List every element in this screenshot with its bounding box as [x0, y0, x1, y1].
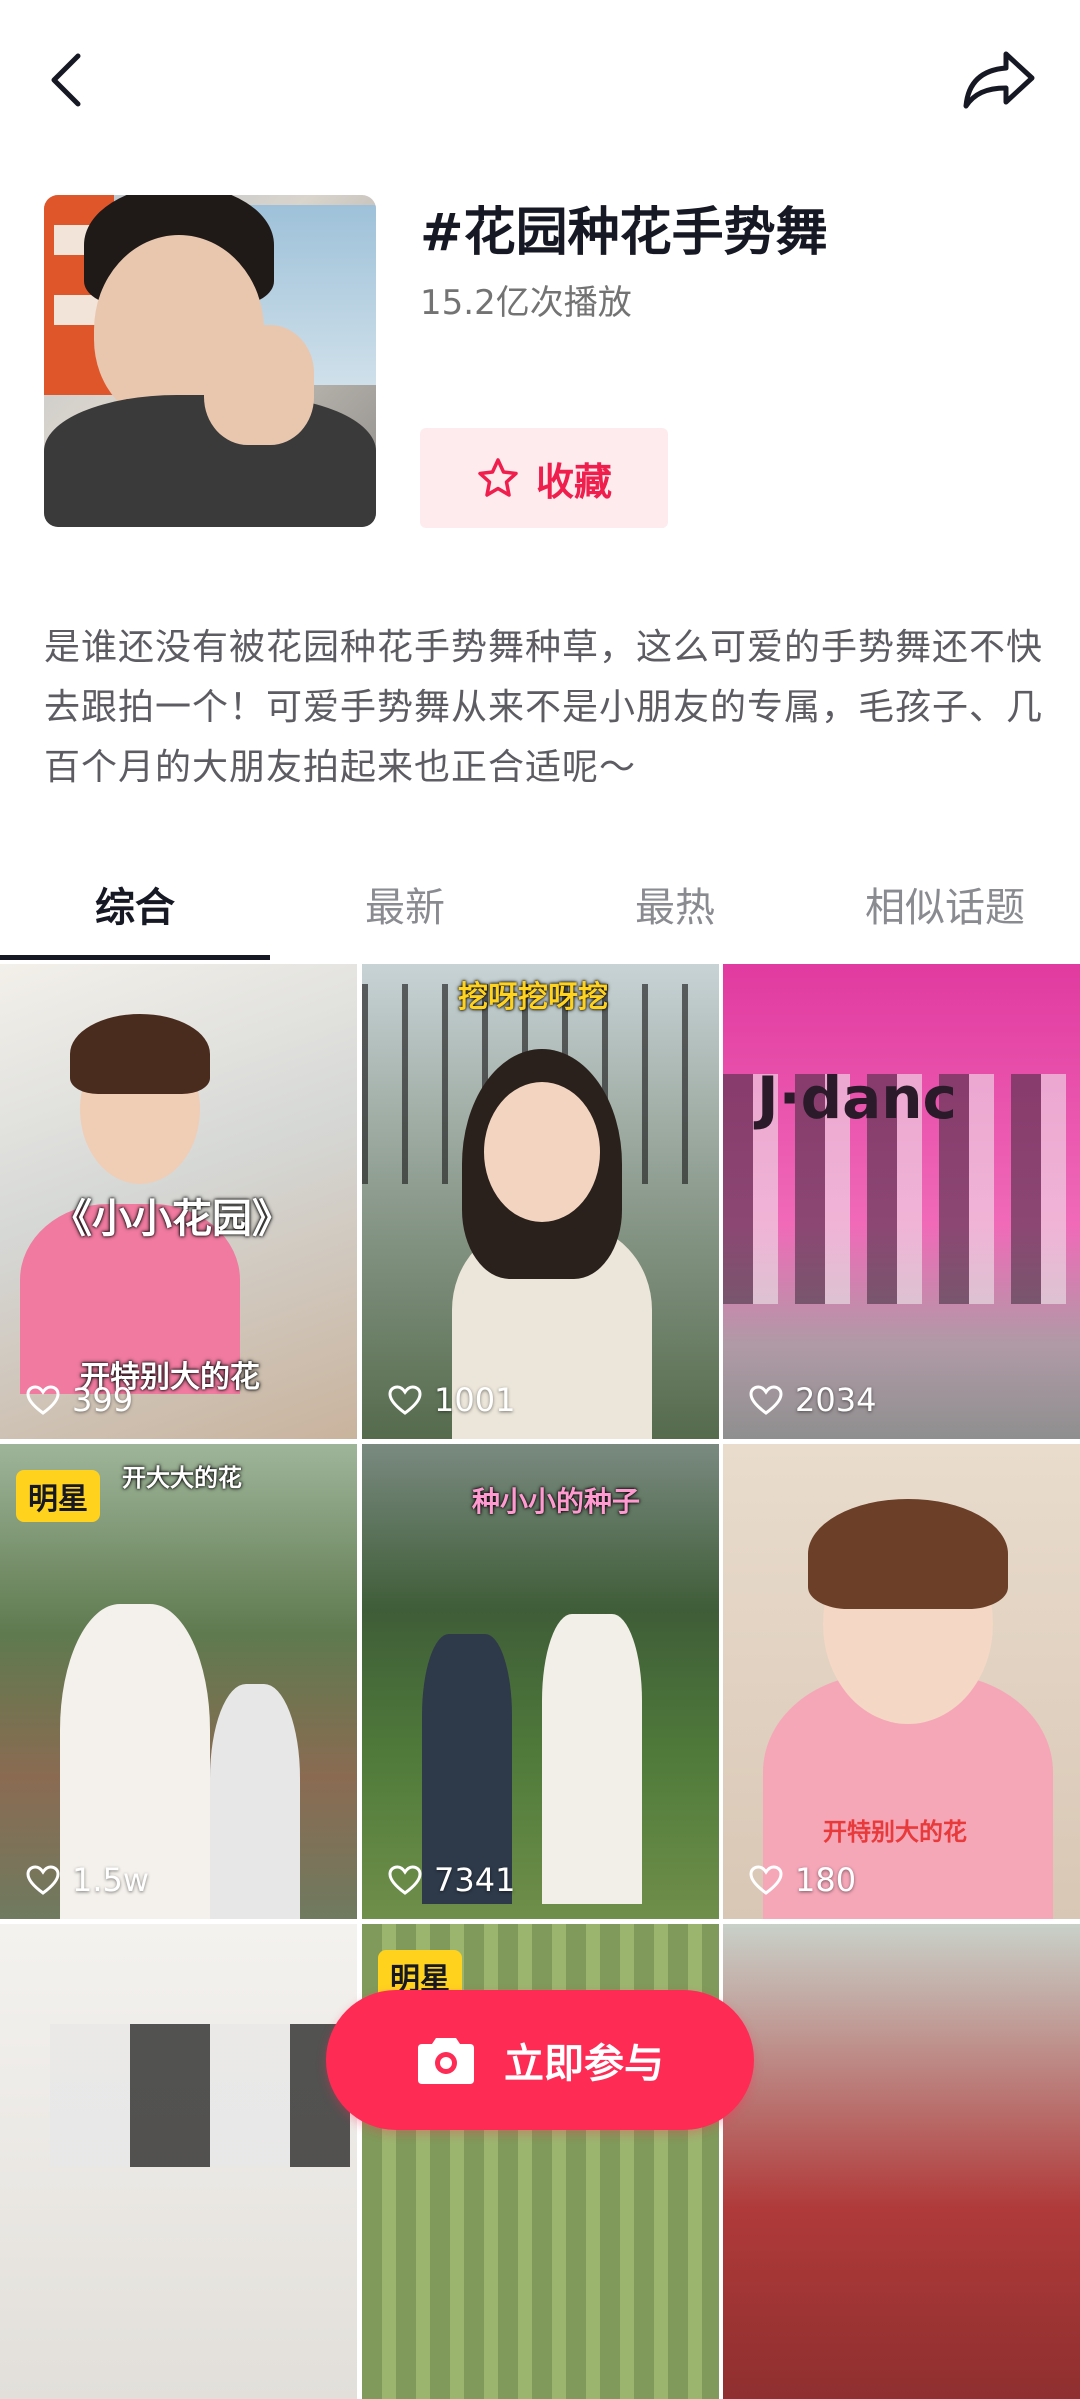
play-count: 15.2亿次播放	[420, 283, 632, 323]
video-card[interactable]: 《小小花园》 开特别大的花 399	[0, 964, 357, 1439]
like-count-label: 1.5w	[72, 1861, 150, 1899]
favorite-button[interactable]: 收藏	[420, 428, 668, 528]
tab-comprehensive[interactable]: 综合	[0, 860, 270, 956]
join-now-label: 立即参与	[504, 2041, 664, 2087]
favorite-label: 收藏	[535, 459, 612, 504]
video-caption-top: 《小小花园》	[52, 1196, 292, 1242]
like-count: 1.5w	[26, 1861, 149, 1899]
chevron-left-icon	[51, 53, 81, 107]
topic-cover-image[interactable]	[44, 195, 376, 527]
star-outline-icon	[478, 458, 518, 497]
like-count-label: 399	[72, 1381, 134, 1419]
like-count-label: 1001	[434, 1381, 516, 1419]
like-count-label: 2034	[795, 1381, 877, 1419]
heart-outline-icon	[388, 1385, 422, 1415]
tab-latest[interactable]: 最新	[270, 860, 540, 956]
video-card[interactable]: 挖呀挖呀挖 1001	[362, 964, 719, 1439]
share-arrow-icon	[963, 51, 1035, 109]
share-button[interactable]	[962, 48, 1038, 112]
video-caption-top: 挖呀挖呀挖	[458, 980, 608, 1015]
video-caption-bottom: 开特别大的花	[823, 1818, 967, 1846]
heart-outline-icon	[26, 1385, 60, 1415]
video-card[interactable]: 开特别大的花 180	[723, 1444, 1080, 1919]
topic-description: 是谁还没有被花园种花手势舞种草，这么可爱的手势舞还不快去跟拍一个！可爱手势舞从来…	[44, 627, 1044, 788]
video-card[interactable]	[723, 1924, 1080, 2399]
heart-outline-icon	[749, 1385, 783, 1415]
video-caption-top: 种小小的种子	[472, 1485, 641, 1518]
video-grid: 《小小花园》 开特别大的花 399 挖呀挖呀挖 1001 J·danc 2034	[0, 964, 1080, 2399]
tab-hottest[interactable]: 最热	[540, 860, 810, 956]
tab-similar-topics[interactable]: 相似话题	[810, 860, 1080, 956]
video-caption-top: J·danc	[757, 1064, 957, 1132]
topic-title: #花园种花手势舞	[420, 203, 828, 263]
like-count: 2034	[749, 1381, 876, 1419]
top-bar	[0, 0, 1080, 170]
tab-bar: 综合 最新 最热 相似话题	[0, 860, 1080, 960]
heart-outline-icon	[26, 1865, 60, 1895]
video-card[interactable]: 种小小的种子 7341	[362, 1444, 719, 1919]
active-tab-indicator	[0, 955, 270, 960]
like-count: 7341	[388, 1861, 515, 1899]
star-badge: 明星	[16, 1470, 100, 1522]
join-now-button[interactable]: 立即参与	[326, 1990, 754, 2130]
like-count-label: 180	[795, 1861, 857, 1899]
like-count: 1001	[388, 1381, 515, 1419]
heart-outline-icon	[388, 1865, 422, 1895]
video-card[interactable]: 明星 开大大的花 1.5w	[0, 1444, 357, 1919]
camera-icon	[418, 2038, 474, 2084]
back-button[interactable]	[40, 48, 100, 112]
like-count: 180	[749, 1861, 856, 1899]
heart-outline-icon	[749, 1865, 783, 1895]
video-caption-top: 开大大的花	[122, 1464, 242, 1492]
like-count: 399	[26, 1381, 133, 1419]
video-card[interactable]: J·danc 2034	[723, 964, 1080, 1439]
video-card[interactable]	[0, 1924, 357, 2399]
like-count-label: 7341	[434, 1861, 516, 1899]
